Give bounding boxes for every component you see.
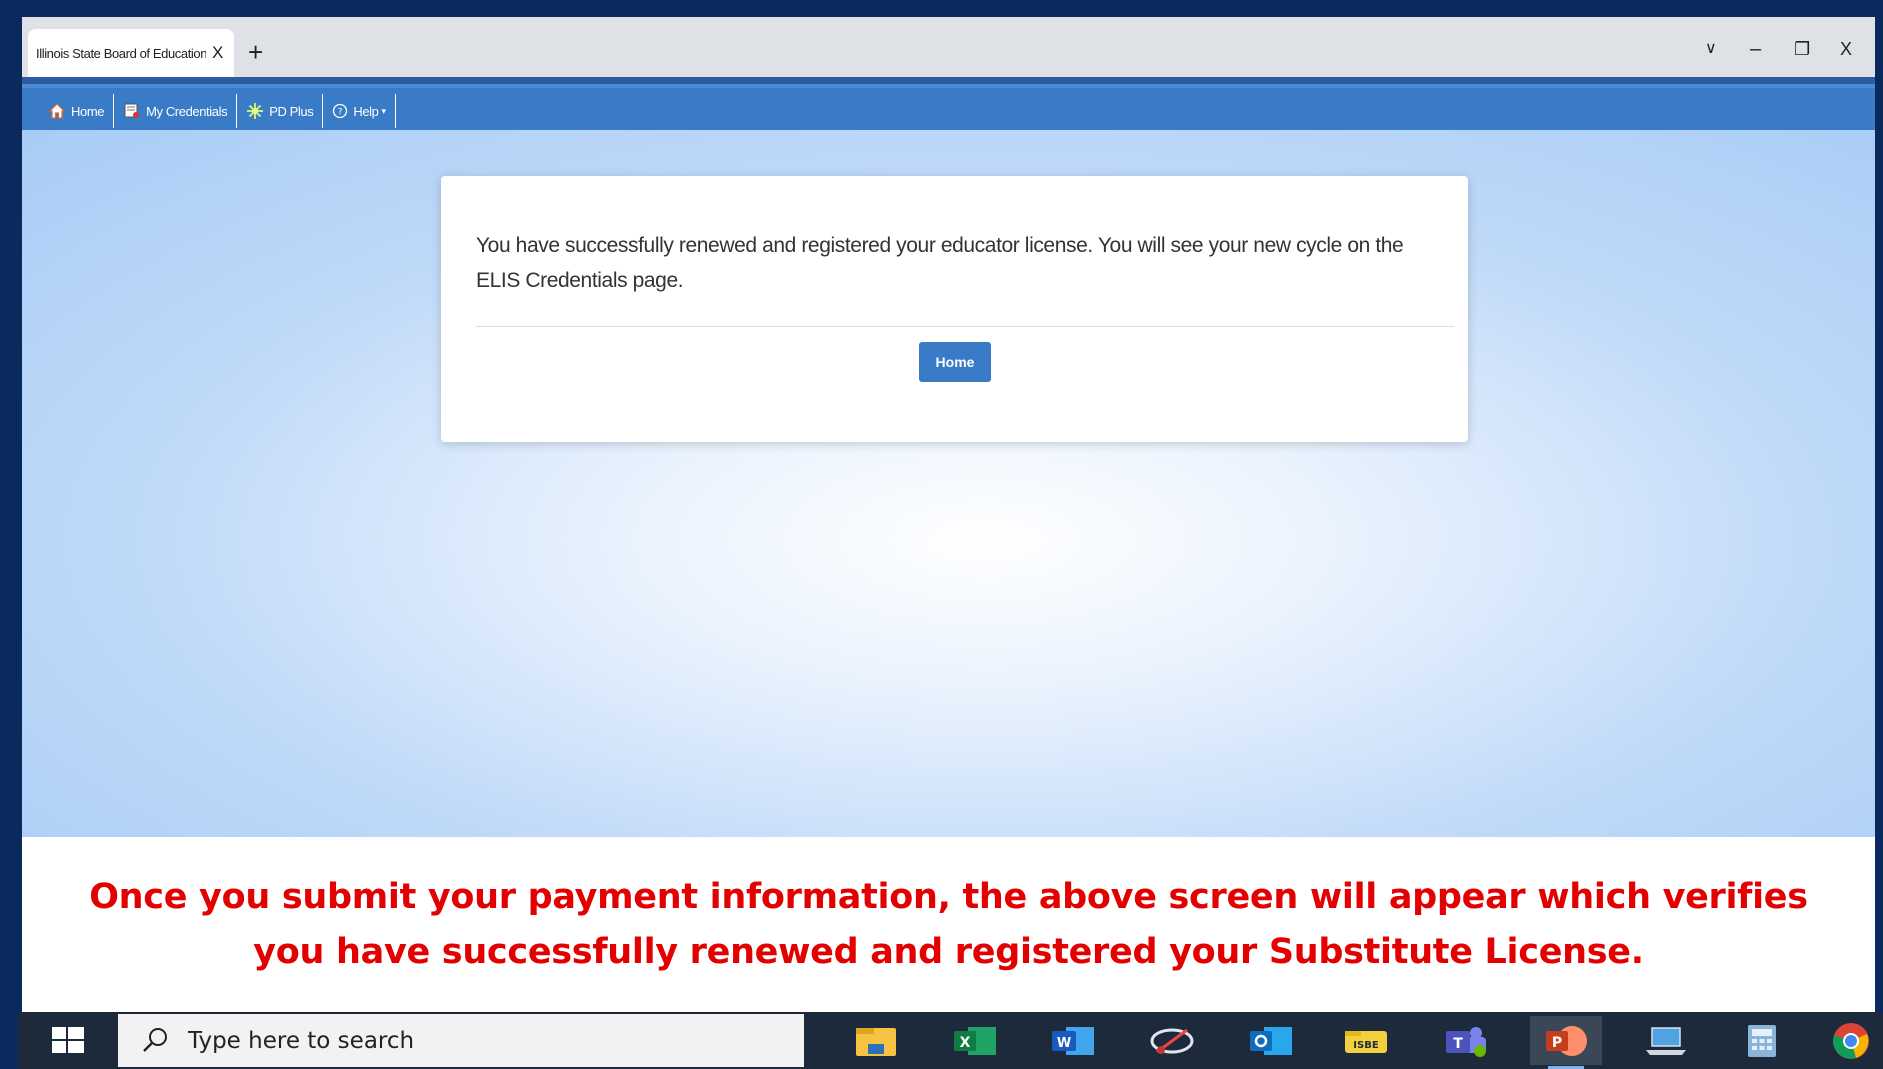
nav-item-my-credentials[interactable]: My Credentials [114, 94, 238, 128]
svg-text:T: T [1453, 1036, 1463, 1052]
nav-item-label: My Credentials [146, 103, 228, 119]
snipping-tool-icon[interactable] [1136, 1016, 1208, 1065]
caption-band: Once you submit your payment information… [22, 837, 1875, 1012]
nav-item-home[interactable]: Home [38, 94, 115, 128]
excel-icon[interactable]: X [938, 1016, 1010, 1065]
caption-text: Once you submit your payment information… [89, 876, 1808, 972]
new-tab-button[interactable]: + [248, 39, 263, 65]
teams-icon[interactable]: T [1430, 1016, 1502, 1065]
house-icon [48, 102, 66, 120]
nav-item-label: PD Plus [269, 103, 314, 119]
help-circle-icon: ? [332, 103, 348, 119]
svg-text:?: ? [338, 108, 343, 118]
certificate-icon [123, 102, 141, 120]
isbe-icon[interactable]: ISBE [1330, 1016, 1402, 1065]
restore-button[interactable]: ❐ [1794, 39, 1810, 59]
sparkle-icon [246, 102, 264, 120]
browser-window: Illinois State Board of Education X + ∨ … [22, 17, 1875, 1012]
chrome-icon[interactable] [1822, 1016, 1880, 1065]
svg-text:W: W [1057, 1036, 1071, 1051]
svg-text:P: P [1552, 1035, 1562, 1051]
confirmation-message: You have successfully renewed and regist… [476, 234, 1404, 292]
confirmation-card: You have successfully renewed and regist… [441, 176, 1468, 442]
close-button[interactable]: X [1840, 39, 1852, 59]
nav-item-pd-plus[interactable]: PD Plus [237, 94, 324, 128]
svg-text:ISBE: ISBE [1353, 1040, 1379, 1051]
app-nav-bar: Home My Credentials PD Plus ? Help ▾ [22, 84, 1875, 134]
tab-search-dropdown-icon[interactable]: ∨ [1705, 39, 1717, 59]
nav-item-label: Home [71, 103, 105, 119]
windows-logo-icon [52, 1026, 84, 1053]
nav-item-label: Help [353, 103, 379, 119]
nav-item-help[interactable]: ? Help ▾ [323, 94, 396, 128]
search-icon [140, 1026, 170, 1056]
file-explorer-icon[interactable] [840, 1016, 912, 1065]
start-button[interactable] [18, 1012, 118, 1069]
chevron-down-icon: ▾ [381, 105, 387, 116]
svg-text:X: X [960, 1035, 971, 1051]
divider [476, 326, 1454, 327]
powerpoint-icon[interactable]: P [1530, 1016, 1602, 1069]
laptop-icon[interactable] [1630, 1016, 1702, 1065]
windows-taskbar: X W ISBE T P [18, 1012, 1883, 1069]
tab-strip: Illinois State Board of Education X + ∨ … [22, 17, 1875, 77]
browser-tab[interactable]: Illinois State Board of Education X [28, 29, 234, 77]
search-input[interactable] [186, 1026, 750, 1055]
tab-close-icon[interactable]: X [212, 43, 223, 63]
calculator-icon[interactable] [1726, 1016, 1798, 1065]
outlook-icon[interactable] [1234, 1016, 1306, 1065]
minimize-button[interactable]: – [1750, 39, 1761, 59]
taskbar-search[interactable] [118, 1014, 804, 1067]
home-button[interactable]: Home [919, 342, 991, 382]
page-content: You have successfully renewed and regist… [22, 130, 1875, 837]
word-icon[interactable]: W [1036, 1016, 1108, 1065]
browser-toolbar-edge [22, 77, 1875, 84]
tab-title: Illinois State Board of Education [36, 45, 206, 61]
